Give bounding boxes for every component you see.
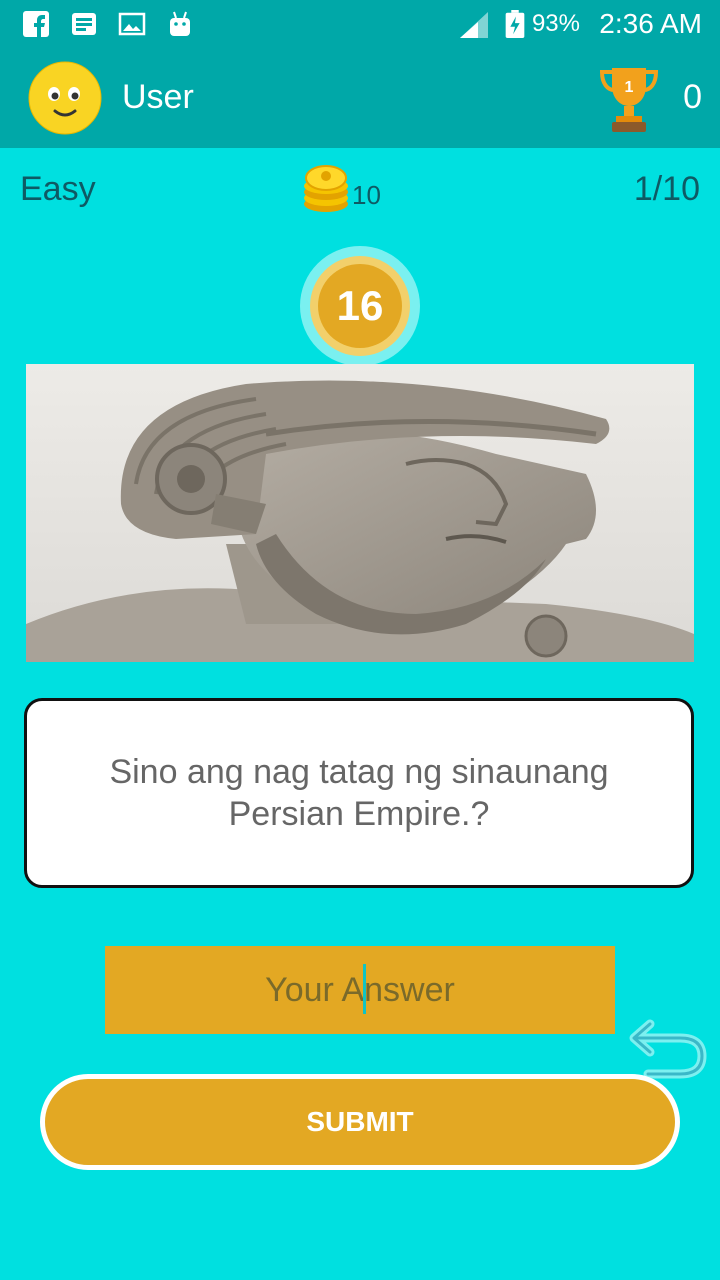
score-value: 0	[683, 78, 702, 116]
app-header: User 1 0	[0, 48, 720, 148]
undo-icon[interactable]	[628, 1010, 708, 1082]
status-bar: 93% 2:36 AM	[0, 0, 720, 48]
signal-icon	[460, 12, 488, 38]
answer-field-container	[105, 946, 615, 1034]
timer-value: 16	[318, 264, 402, 348]
submit-button[interactable]: SUBMIT	[40, 1074, 680, 1170]
answer-input[interactable]	[105, 946, 615, 1034]
battery-charging-icon	[505, 10, 525, 38]
username: User	[122, 78, 194, 116]
news-icon	[72, 13, 96, 35]
difficulty-label: Easy	[20, 170, 96, 208]
battery-percent: 93%	[531, 10, 580, 37]
coins-icon	[304, 165, 348, 212]
countdown-timer: 16	[300, 246, 420, 366]
clock-time: 2:36 AM	[599, 8, 702, 39]
svg-text:1: 1	[625, 79, 634, 96]
question-image	[26, 364, 694, 662]
gallery-icon	[118, 12, 146, 36]
question-card: Sino ang nag tatag ng sinaunang Persian …	[24, 698, 694, 888]
smiley-face-icon[interactable]	[28, 61, 102, 135]
text-cursor	[363, 964, 366, 1014]
coins-count: 10	[352, 180, 381, 210]
facebook-icon	[23, 11, 49, 37]
question-progress: 1/10	[633, 170, 700, 208]
question-text: Sino ang nag tatag ng sinaunang Persian …	[109, 753, 609, 833]
android-icon	[170, 11, 190, 36]
statue-bust-illustration	[26, 364, 694, 662]
trophy-icon: 1	[599, 68, 659, 132]
